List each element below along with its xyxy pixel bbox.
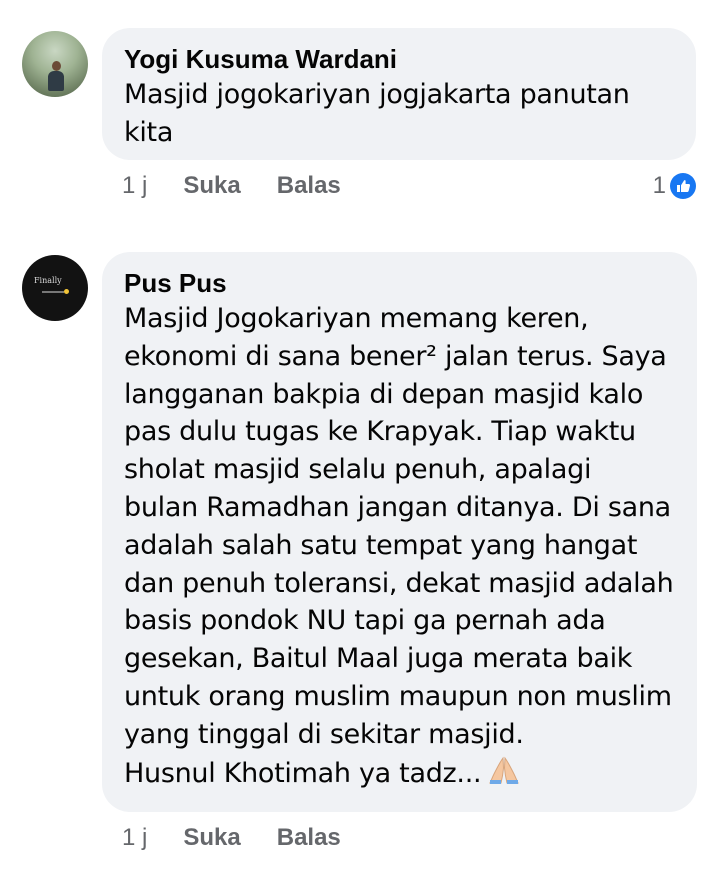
comment-author[interactable]: Yogi Kusuma Wardani (124, 42, 674, 76)
avatar-logo-line (42, 291, 64, 293)
comment-bubble: Pus Pus Masjid Jogokariyan memang keren,… (102, 252, 697, 812)
like-icon (670, 173, 696, 199)
reply-button[interactable]: Balas (277, 172, 341, 200)
comment-timestamp[interactable]: 1 j (122, 172, 147, 200)
folded-hands-icon (487, 754, 521, 795)
comment-timestamp[interactable]: 1 j (122, 824, 147, 852)
comment-bubble: Yogi Kusuma Wardani Masjid jogokariyan j… (102, 28, 696, 160)
comment-actions: 1 j Suka Balas (122, 168, 377, 204)
comment-text: Masjid Jogokariyan memang keren, ekonomi… (124, 300, 684, 794)
reply-button[interactable]: Balas (277, 824, 341, 852)
avatar[interactable] (22, 31, 88, 97)
reaction-count: 1 (652, 172, 666, 199)
reaction-summary[interactable]: 1 (653, 170, 696, 202)
comment-text: Masjid jogokariyan jogjakarta panutan ki… (124, 79, 630, 148)
avatar-person-image (48, 61, 64, 91)
comment-author[interactable]: Pus Pus (124, 266, 675, 300)
avatar-logo-text: Finally (34, 276, 62, 285)
like-button[interactable]: Suka (183, 824, 240, 852)
comment-actions: 1 j Suka Balas (122, 820, 377, 856)
avatar-logo-dot (64, 289, 69, 294)
like-button[interactable]: Suka (183, 172, 240, 200)
comment-body: Masjid Jogokariyan memang keren, ekonomi… (124, 303, 674, 789)
avatar[interactable]: Finally (22, 255, 88, 321)
